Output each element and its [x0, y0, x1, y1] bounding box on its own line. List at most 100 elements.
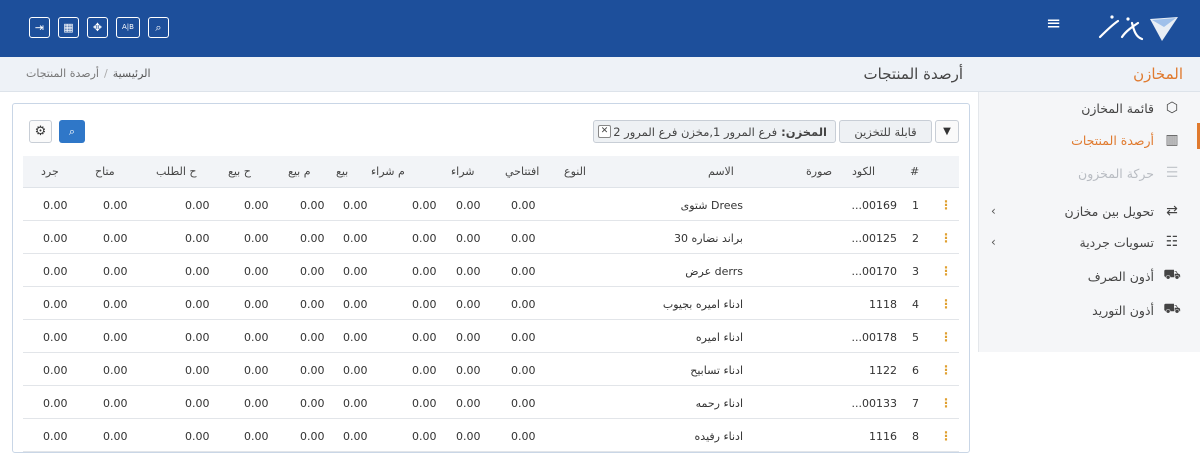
row-menu-icon[interactable]: ⋮: [940, 363, 952, 377]
filter-chip-storable[interactable]: قابلة للتخزين: [839, 120, 932, 143]
column-header-available[interactable]: متاح: [95, 165, 115, 178]
breadcrumb: الرئيسية / أرصدة المنتجات: [26, 67, 151, 80]
cell-available: 0.00: [103, 298, 128, 311]
table-row[interactable]: ⋮ 5 ...00178 ادناء اميره 0.00 0.00 0.00 0.00 0.0…: [23, 320, 959, 353]
cell-sale-return: 0.00: [300, 397, 325, 410]
row-menu-icon[interactable]: ⋮: [940, 297, 952, 311]
receive-icon: ⛟: [1163, 301, 1181, 317]
cell-sale: 0.00: [343, 397, 368, 410]
cell-name: ادناء اميره بجيوب: [662, 298, 743, 311]
row-menu-icon[interactable]: ⋮: [940, 198, 952, 212]
filter-chip-warehouse[interactable]: المخزن: فرع المرور 1,مخزن فرع المرور 2 ✕: [593, 120, 836, 143]
sidebar-item-label: أذون الصرف: [1087, 268, 1154, 284]
cell-purchase-return: 0.00: [412, 430, 437, 443]
grid-icon[interactable]: ▦: [58, 17, 79, 38]
table-row[interactable]: ⋮ 1 ...00169 Drees شتوى 0.00 0.00 0.00 0.00 0.00…: [23, 188, 959, 221]
table-row[interactable]: ⋮ 2 ...00125 براند نضاره 30 0.00 0.00 0.00 0.00…: [23, 221, 959, 254]
column-header-stocktake[interactable]: جرد: [41, 165, 59, 178]
move-icon[interactable]: ✥: [87, 17, 108, 38]
settings-button[interactable]: ⚙: [29, 120, 52, 143]
column-header-purchase[interactable]: شراء: [451, 165, 475, 178]
sidebar-item-dispatch-orders[interactable]: ⛟ أذون الصرف: [1088, 266, 1182, 286]
column-header-sale[interactable]: بيع: [336, 165, 348, 178]
cell-opening: 0.00: [511, 199, 536, 212]
cell-number: 7: [912, 397, 919, 410]
cell-sale-reserved: 0.00: [244, 265, 269, 278]
boxes-icon: ⬡: [1165, 100, 1179, 116]
column-header-opening[interactable]: افتتاحي: [505, 165, 539, 178]
column-header-type[interactable]: النوع: [564, 165, 586, 178]
row-menu-icon[interactable]: ⋮: [940, 231, 952, 245]
sidebar-item-inventory-movement[interactable]: ☰ حركة المخزون: [1078, 163, 1182, 183]
table-row[interactable]: ⋮ 8 1116 ادناء رفيده 0.00 0.00 0.00 0.00 0.00 0.0…: [23, 419, 959, 452]
search-button[interactable]: ⌕: [59, 120, 85, 143]
cell-sale-return: 0.00: [300, 199, 325, 212]
sidebar-item-label: قائمة المخازن: [1081, 100, 1154, 116]
table-row[interactable]: ⋮ 4 1118 ادناء اميره بجيوب 0.00 0.00 0.00 0.00 0…: [23, 287, 959, 320]
table-row[interactable]: ⋮ 3 ...00170 derrs عرض 0.00 0.00 0.00 0.00 0.00 0…: [23, 254, 959, 287]
row-menu-icon[interactable]: ⋮: [940, 264, 952, 278]
column-header-code[interactable]: الكود: [852, 165, 875, 178]
exit-icon[interactable]: ⇥: [29, 17, 50, 38]
cell-sale-reserved: 0.00: [244, 364, 269, 377]
cell-name: ادناء رحمه: [695, 397, 743, 410]
cell-purchase-return: 0.00: [412, 232, 437, 245]
cell-order-reserved: 0.00: [185, 298, 210, 311]
column-header-sale-return[interactable]: م بيع: [288, 165, 311, 178]
chevron-left-icon[interactable]: ‹: [991, 235, 996, 249]
cell-sale: 0.00: [343, 298, 368, 311]
row-menu-icon[interactable]: ⋮: [940, 330, 952, 344]
sidebar-item-receive-orders[interactable]: ⛟ أذون التوريد: [1092, 300, 1182, 320]
cell-available: 0.00: [103, 265, 128, 278]
app-logo[interactable]: [1092, 11, 1182, 47]
cell-purchase: 0.00: [456, 430, 481, 443]
cell-purchase-return: 0.00: [412, 364, 437, 377]
cell-order-reserved: 0.00: [185, 199, 210, 212]
close-icon[interactable]: ✕: [598, 125, 611, 138]
cell-stocktake: 0.00: [43, 397, 68, 410]
filter-button[interactable]: ▼: [935, 120, 959, 143]
table-row[interactable]: ⋮ 6 1122 ادناء تسابيح 0.00 0.00 0.00 0.00 0.00 0.…: [23, 353, 959, 386]
cell-sale: 0.00: [343, 364, 368, 377]
header-strip: الرئيسية / أرصدة المنتجات أرصدة المنتجات ا…: [0, 57, 1200, 92]
column-header-name[interactable]: الاسم: [708, 165, 734, 178]
cell-stocktake: 0.00: [43, 430, 68, 443]
cell-sale-reserved: 0.00: [244, 298, 269, 311]
cell-available: 0.00: [103, 397, 128, 410]
row-menu-icon[interactable]: ⋮: [940, 396, 952, 410]
page-title: أرصدة المنتجات: [863, 65, 964, 83]
top-navbar: ⇥ ▦ ✥ A|B ⌕ ≡: [0, 0, 1200, 57]
column-header-sale-reserved[interactable]: ح بيع: [228, 165, 251, 178]
balances-panel: ⚙ ⌕ ▼ قابلة للتخزين المخزن: فرع المرور 1…: [12, 103, 970, 453]
cell-code: ...00170: [851, 265, 897, 278]
cell-code: ...00125: [851, 232, 897, 245]
section-title: المخازن: [1133, 65, 1183, 83]
sidebar-item-product-balances[interactable]: ▥ أرصدة المنتجات: [1071, 130, 1182, 150]
cell-purchase: 0.00: [456, 199, 481, 212]
cell-code: ...00169: [851, 199, 897, 212]
chevron-left-icon[interactable]: ‹: [991, 204, 996, 218]
breadcrumb-home[interactable]: الرئيسية: [113, 67, 151, 80]
cell-purchase-return: 0.00: [412, 331, 437, 344]
search-icon[interactable]: ⌕: [148, 17, 169, 38]
column-header-number[interactable]: #: [910, 165, 919, 178]
sidebar-item-transfer[interactable]: ⇄ تحويل بين مخازن: [1065, 201, 1182, 221]
cell-purchase: 0.00: [456, 364, 481, 377]
breadcrumb-current: أرصدة المنتجات: [26, 67, 99, 80]
menu-icon[interactable]: ≡: [1046, 15, 1061, 33]
sidebar-item-warehouses-list[interactable]: ⬡ قائمة المخازن: [1081, 98, 1182, 118]
sidebar-item-label: أذون التوريد: [1092, 302, 1154, 318]
row-menu-icon[interactable]: ⋮: [940, 429, 952, 443]
language-icon[interactable]: A|B: [116, 17, 140, 38]
sidebar-item-inventory-adjustments[interactable]: ☷ تسويات جردية: [1080, 232, 1183, 252]
column-header-order-reserved[interactable]: ح الطلب: [156, 165, 196, 178]
cell-stocktake: 0.00: [43, 199, 68, 212]
column-header-purchase-return[interactable]: م شراء: [371, 165, 405, 178]
cell-available: 0.00: [103, 199, 128, 212]
column-header-image[interactable]: صورة: [806, 165, 832, 178]
cell-sale: 0.00: [343, 265, 368, 278]
cell-purchase-return: 0.00: [412, 265, 437, 278]
dispatch-icon: ⛟: [1163, 267, 1181, 283]
cell-purchase: 0.00: [456, 265, 481, 278]
table-row[interactable]: ⋮ 7 ...00133 ادناء رحمه 0.00 0.00 0.00 0.00 0.00…: [23, 386, 959, 419]
